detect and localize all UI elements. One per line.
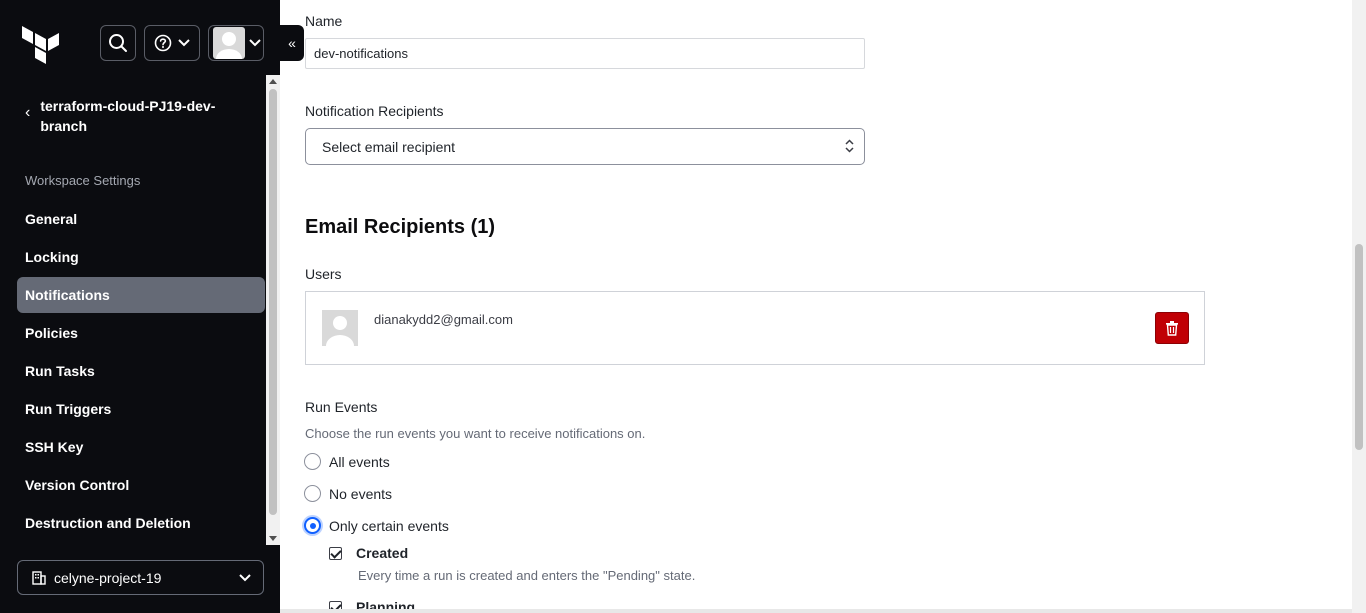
- project-name: celyne-project-19: [54, 569, 162, 586]
- user-avatar-icon: [213, 27, 245, 59]
- search-button[interactable]: [100, 25, 136, 61]
- double-chevron-left-icon: «: [288, 35, 296, 51]
- scrollbar-thumb[interactable]: [269, 89, 277, 515]
- chevron-down-icon: [239, 573, 251, 581]
- sidebar-item-run-triggers[interactable]: Run Triggers: [17, 391, 265, 427]
- radio-button[interactable]: [304, 485, 321, 502]
- sidebar-item-locking[interactable]: Locking: [17, 239, 265, 275]
- workspace-back-link[interactable]: ‹ terraform-cloud-PJ19-dev-branch: [25, 96, 255, 136]
- scroll-up-icon[interactable]: [269, 79, 277, 84]
- radio-no-events[interactable]: No events: [304, 485, 392, 502]
- radio-button[interactable]: [304, 453, 321, 470]
- remove-recipient-button[interactable]: [1155, 312, 1189, 344]
- radio-all-events[interactable]: All events: [304, 453, 390, 470]
- recipient-select[interactable]: Select email recipient: [305, 128, 865, 165]
- radio-only-certain-events[interactable]: Only certain events: [304, 517, 449, 534]
- workspace-name: terraform-cloud-PJ19-dev-branch: [40, 98, 216, 134]
- sidebar: ‹ terraform-cloud-PJ19-dev-branch Worksp…: [0, 0, 280, 613]
- sidebar-item-notifications[interactable]: Notifications: [17, 277, 265, 313]
- sidebar-item-policies[interactable]: Policies: [17, 315, 265, 351]
- window-bottom-edge: [280, 609, 1352, 613]
- sidebar-item-version-control[interactable]: Version Control: [17, 467, 265, 503]
- sidebar-item-destruction-deletion[interactable]: Destruction and Deletion: [17, 505, 265, 541]
- user-menu-button[interactable]: [208, 25, 264, 61]
- event-label: Created: [356, 545, 409, 561]
- sidebar-item-general[interactable]: General: [17, 201, 265, 237]
- event-description: Every time a run is created and enters t…: [358, 568, 696, 583]
- name-field[interactable]: dev-notifications: [305, 38, 865, 69]
- top-bar: [0, 0, 280, 75]
- collapse-sidebar-button[interactable]: «: [280, 25, 304, 61]
- main-scrollbar[interactable]: [1352, 0, 1366, 613]
- checkbox-created[interactable]: [329, 546, 342, 560]
- sidebar-item-run-tasks[interactable]: Run Tasks: [17, 353, 265, 389]
- user-email: dianakydd2@gmail.com: [374, 312, 513, 327]
- building-icon: [32, 570, 46, 585]
- run-events-help: Choose the run events you want to receiv…: [305, 426, 646, 441]
- help-circle-icon: [154, 34, 172, 52]
- project-switcher[interactable]: celyne-project-19: [17, 560, 264, 595]
- terraform-logo-icon[interactable]: [22, 24, 60, 64]
- recipient-select-value: Select email recipient: [322, 138, 456, 155]
- event-created[interactable]: Created: [329, 545, 408, 561]
- sidebar-item-ssh-key[interactable]: SSH Key: [17, 429, 265, 465]
- email-recipients-heading: Email Recipients (1): [305, 216, 496, 238]
- trash-icon: [1166, 321, 1178, 336]
- radio-label: No events: [329, 485, 393, 502]
- search-icon: [109, 34, 127, 52]
- help-menu-button[interactable]: [144, 25, 200, 61]
- radio-label: All events: [329, 453, 390, 470]
- recipients-label: Notification Recipients: [305, 103, 444, 119]
- radio-label: Only certain events: [329, 517, 449, 534]
- avatar: [322, 310, 358, 346]
- user-recipient-card: dianakydd2@gmail.com: [305, 291, 1205, 365]
- name-label: Name: [305, 13, 343, 29]
- run-events-label: Run Events: [305, 399, 378, 415]
- section-label: Workspace Settings: [25, 173, 141, 188]
- sidebar-scrollbar[interactable]: [266, 75, 280, 545]
- users-label: Users: [305, 266, 342, 282]
- scroll-down-icon[interactable]: [269, 536, 277, 541]
- chevron-down-icon: [249, 39, 261, 47]
- select-updown-icon: [845, 139, 854, 154]
- chevron-left-icon: ‹: [25, 104, 31, 121]
- scrollbar-thumb[interactable]: [1355, 244, 1363, 450]
- chevron-down-icon: [178, 39, 190, 47]
- radio-button-checked[interactable]: [304, 517, 321, 534]
